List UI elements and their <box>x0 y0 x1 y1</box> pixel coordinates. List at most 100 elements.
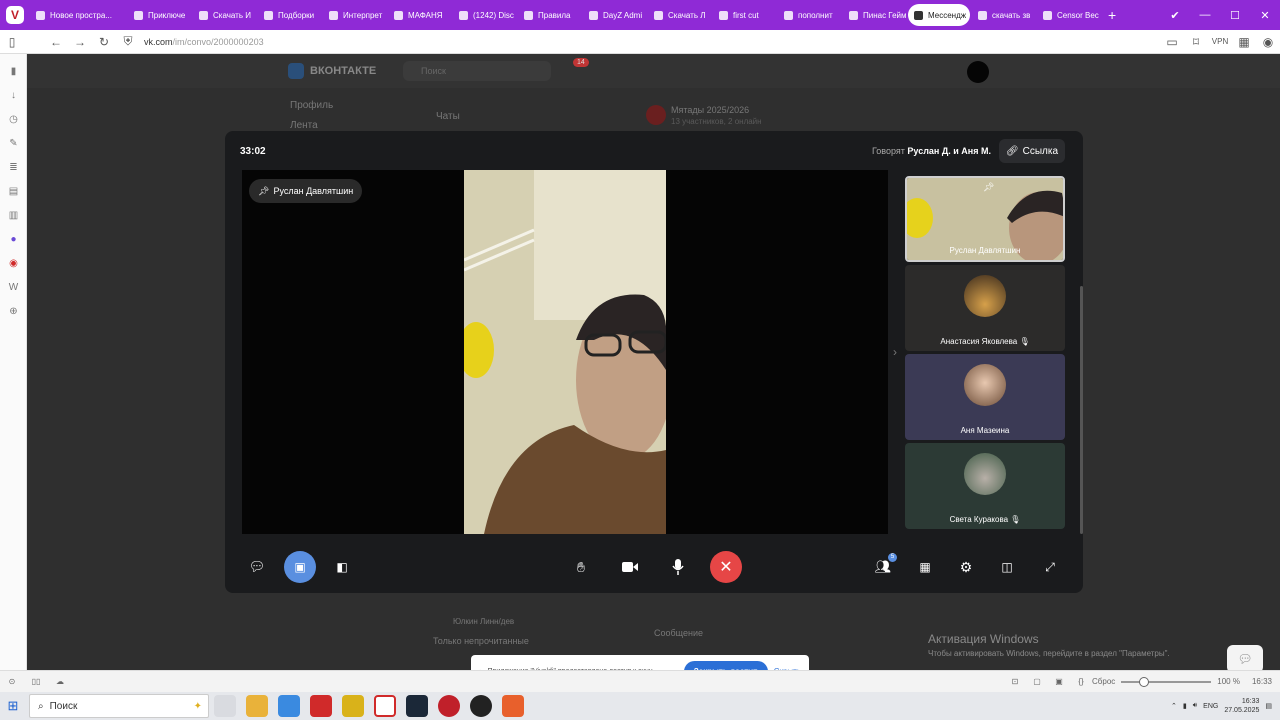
browser-tab[interactable]: Правила <box>518 4 581 26</box>
microphone-button[interactable] <box>662 551 694 583</box>
pinned-participant-label[interactable]: 📌︎ Руслан Давлятшин <box>249 179 363 203</box>
browser-tab[interactable]: Приключе <box>128 4 191 26</box>
panel-toggle-icon[interactable]: ▯ <box>0 35 24 49</box>
zoom-reset[interactable]: Сброс <box>1092 677 1115 686</box>
screen-share-button[interactable]: ▣ <box>284 551 316 583</box>
participant-thumb[interactable]: 📌︎ Руслан Давлятшин <box>905 176 1065 262</box>
page-tiling-icon[interactable]: ▢ <box>1026 677 1048 686</box>
reading-list-icon[interactable]: ≣ <box>0 155 27 179</box>
history-panel-icon[interactable]: ◷ <box>0 107 27 131</box>
end-call-button[interactable]: ✕ <box>710 551 742 583</box>
site-info-icon[interactable]: ⛨ <box>116 34 140 49</box>
browser-tab[interactable]: скачать зв <box>972 4 1035 26</box>
thumbs-scrollbar[interactable] <box>1080 286 1083 534</box>
browser-tab[interactable]: Интерпрет <box>323 4 386 26</box>
vk-search-input[interactable]: Поиск <box>403 61 551 81</box>
effects-button[interactable]: ◧ <box>326 551 358 583</box>
main-video[interactable]: 📌︎ Руслан Давлятшин <box>242 170 888 534</box>
browser-tab[interactable]: Пинас Гейм <box>843 4 906 26</box>
vk-logo-icon[interactable] <box>288 63 304 79</box>
windows-start-icon[interactable]: ⊞ <box>0 698 26 714</box>
browser-tab[interactable]: Скачать И <box>193 4 256 26</box>
vivaldi-check-icon[interactable]: ✔ <box>1160 9 1190 22</box>
new-tab-icon[interactable]: + <box>1108 7 1116 23</box>
browser-tab[interactable]: Скачать Л <box>648 4 711 26</box>
page-actions-icon[interactable]: {} <box>1070 677 1092 686</box>
fullscreen-button[interactable]: ⤢ <box>1034 551 1066 583</box>
reload-icon[interactable]: ↻ <box>92 35 116 49</box>
wikipedia-panel-icon[interactable]: W <box>0 275 27 299</box>
back-icon[interactable]: ← <box>44 35 68 49</box>
add-panel-icon[interactable]: ⊕ <box>0 299 27 323</box>
language-indicator[interactable]: ENG <box>1203 703 1218 710</box>
vk-chat-fab[interactable]: 💬︎ <box>1227 645 1263 673</box>
browser-tab[interactable]: (1242) Disc <box>453 4 516 26</box>
raise-hand-button[interactable]: ✋︎ <box>565 551 597 583</box>
task-view-icon[interactable] <box>214 695 236 717</box>
browser-tab[interactable]: пополнит <box>778 4 841 26</box>
participant-thumb[interactable]: Света Куракова 🎙︎ <box>905 443 1065 529</box>
mastodon-panel-icon[interactable]: ● <box>0 227 27 251</box>
translate-panel-icon[interactable]: ▥ <box>0 203 27 227</box>
browser-tab[interactable]: МАФАНЯ <box>388 4 451 26</box>
browser-tab[interactable]: Подборки <box>258 4 321 26</box>
bookmarks-panel-icon[interactable]: ▮ <box>0 59 27 83</box>
layout-grid-button[interactable]: ▦ <box>909 551 941 583</box>
chat-button[interactable]: 💬︎ <box>241 551 273 583</box>
vpn-icon[interactable]: VPN <box>1208 37 1232 46</box>
cloud-sync-icon[interactable]: ☁︎ <box>48 677 72 686</box>
lock-app-icon[interactable] <box>342 695 364 717</box>
bookmark-icon[interactable]: ⌑ <box>1184 35 1208 49</box>
minimize-icon[interactable]: — <box>1190 9 1220 21</box>
calendar-icon[interactable]: ▦ <box>1232 35 1256 49</box>
image-toggle-icon[interactable]: ▣ <box>1048 677 1070 686</box>
copy-link-button[interactable]: 🔗︎ Ссылка <box>999 139 1065 163</box>
maximize-icon[interactable]: ☐ <box>1220 9 1250 22</box>
taskbar-search[interactable]: ⌕ Поиск ✦ <box>29 694 209 718</box>
opera-icon[interactable] <box>438 695 460 717</box>
close-window-icon[interactable]: ✕ <box>1250 9 1280 22</box>
store-icon[interactable] <box>278 695 300 717</box>
vk-only-unread[interactable]: Только непрочитанные <box>433 636 529 646</box>
steam-icon[interactable] <box>406 695 428 717</box>
collapse-thumbs-icon[interactable]: › <box>893 345 897 359</box>
participants-button[interactable]: 👥︎ 5 <box>867 551 899 583</box>
browser-tab[interactable]: Новое простра... <box>30 4 126 26</box>
vivaldi-panel-icon[interactable]: ◉ <box>0 251 27 275</box>
powerpoint-icon[interactable] <box>502 695 524 717</box>
participant-thumb[interactable]: Аня Мазеина <box>905 354 1065 440</box>
vk-menu-feed[interactable]: Лента <box>290 120 318 131</box>
settings-button[interactable]: ⚙︎ <box>950 551 982 583</box>
capture-icon[interactable]: ⊡ <box>1004 677 1026 686</box>
vk-message-input[interactable]: Сообщение <box>654 628 703 638</box>
notification-center-icon[interactable]: ▤ <box>1265 702 1272 710</box>
participant-thumb[interactable]: Анастасия Яковлева 🎙︎ <box>905 265 1065 351</box>
wps-office-icon[interactable] <box>310 695 332 717</box>
vivaldi-logo-icon[interactable]: V <box>6 6 24 24</box>
obs-icon[interactable] <box>470 695 492 717</box>
vk-avatar[interactable] <box>967 61 989 83</box>
browser-tab[interactable]: first cut <box>713 4 776 26</box>
zoom-slider-thumb[interactable] <box>1139 676 1150 687</box>
browser-tab[interactable]: DayZ Admi <box>583 4 646 26</box>
downloads-panel-icon[interactable]: ↓ <box>0 83 27 107</box>
tray-chevron-icon[interactable]: ⌃ <box>1171 702 1177 710</box>
window-panel-icon[interactable]: ▤ <box>0 179 27 203</box>
url-field[interactable]: vk.com/im/convo/2000000203 <box>144 37 264 47</box>
zoom-slider[interactable] <box>1121 676 1212 687</box>
taskbar-clock[interactable]: 16:33 27.05.2025 <box>1224 697 1259 715</box>
notes-panel-icon[interactable]: ✎ <box>0 131 27 155</box>
vk-chat-item[interactable]: Юлкин Линн/дев <box>453 617 514 626</box>
file-explorer-icon[interactable] <box>246 695 268 717</box>
vk-menu-profile[interactable]: Профиль <box>290 100 333 111</box>
forward-icon[interactable]: → <box>68 35 92 49</box>
profile-icon[interactable]: ◉ <box>1256 35 1280 49</box>
vivaldi-taskbar-icon[interactable] <box>374 695 396 717</box>
camera-indicator-icon[interactable]: ▭ <box>1160 35 1184 49</box>
network-icon[interactable]: ▮ <box>1183 702 1187 710</box>
tile-icon[interactable]: ▯▯ <box>24 677 48 686</box>
camera-button[interactable] <box>614 551 646 583</box>
minimize-call-button[interactable]: ◫ <box>991 551 1023 583</box>
browser-tab[interactable]: Censor Bec <box>1037 4 1100 26</box>
volume-icon[interactable]: 🔊︎ <box>1193 702 1197 710</box>
